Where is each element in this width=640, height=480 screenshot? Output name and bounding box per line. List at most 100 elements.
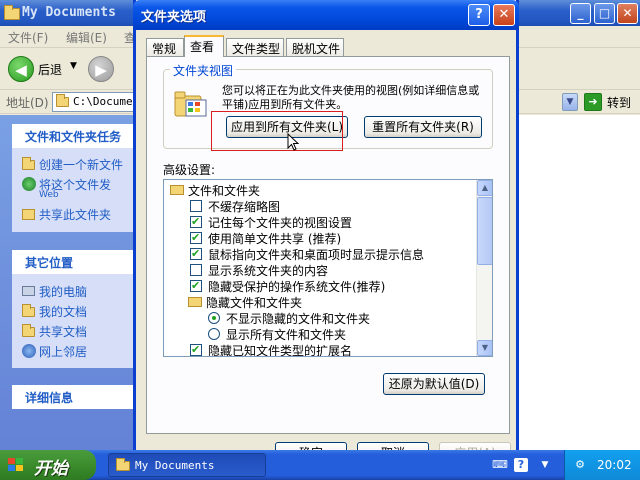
advanced-setting-label: 隐藏已知文件类型的扩展名 <box>208 344 353 357</box>
help-icon[interactable]: ? <box>514 458 528 472</box>
folder-icon <box>116 458 130 471</box>
tray-expand-icon[interactable]: ▼ <box>538 458 552 472</box>
folder-icon <box>170 185 184 195</box>
folder-icon <box>4 5 20 20</box>
checkbox[interactable] <box>190 231 202 244</box>
shared-folder-icon <box>22 324 35 337</box>
advanced-setting-label: 显示系统文件夹的内容 <box>208 264 329 278</box>
advanced-setting-label: 记住每个文件夹的视图设置 <box>208 216 353 230</box>
advanced-setting-row[interactable]: 显示所有文件和文件夹 <box>164 326 476 342</box>
tasks-heading[interactable]: 文件和文件夹任务 <box>12 124 138 148</box>
go-arrow-icon: ➜ <box>584 93 602 111</box>
tab-general[interactable]: 常规 <box>146 38 184 56</box>
computer-icon <box>22 286 35 296</box>
advanced-setting-label: 显示所有文件和文件夹 <box>226 328 347 342</box>
advanced-setting-row[interactable]: 不缓存缩略图 <box>164 198 476 214</box>
close-button[interactable]: ✕ <box>617 3 638 24</box>
explorer-title: My Documents <box>22 5 116 20</box>
go-label: 转到 <box>607 96 632 110</box>
advanced-setting-label: 隐藏受保护的操作系统文件(推荐) <box>208 280 386 294</box>
vertical-scrollbar[interactable]: ▲ ▼ <box>476 180 492 356</box>
advanced-setting-row: 隐藏文件和文件夹 <box>164 294 476 310</box>
back-label[interactable]: 后退 <box>38 61 62 78</box>
folder-view-description: 您可以将正在为此文件夹使用的视图(例如详细信息或平铺)应用到所有文件夹。 <box>222 84 480 111</box>
radio-button[interactable] <box>208 312 220 324</box>
go-button[interactable]: ➜ 转到 <box>584 92 636 112</box>
advanced-setting-label: 使用简单文件共享 (推荐) <box>208 232 342 246</box>
network-tray-icon[interactable]: ⚙ <box>573 458 587 472</box>
radio-button[interactable] <box>208 328 220 340</box>
task-pane: 文件和文件夹任务 创建一个新文件 将这个文件发 Web 共享此文件夹 其它位置 … <box>0 115 138 450</box>
folder-icon <box>56 94 69 107</box>
advanced-setting-label: 文件和文件夹 <box>188 184 261 198</box>
advanced-setting-label: 鼠标指向文件夹和桌面项时显示提示信息 <box>208 248 425 262</box>
checkbox[interactable] <box>190 264 202 276</box>
publish-web-icon <box>22 177 36 191</box>
tab-view[interactable]: 查看 <box>184 35 224 57</box>
mouse-cursor-icon <box>287 133 299 151</box>
address-value: C:\Documen <box>73 95 136 108</box>
forward-button[interactable]: ▶ <box>88 56 114 82</box>
system-tray: ⚙ 20:02 <box>564 450 640 480</box>
share-folder-icon <box>22 209 35 220</box>
advanced-settings-label: 高级设置: <box>163 163 216 177</box>
advanced-setting-row[interactable]: 不显示隐藏的文件和文件夹 <box>164 310 476 326</box>
checkbox[interactable] <box>190 343 202 356</box>
advanced-setting-label: 不显示隐藏的文件和文件夹 <box>226 312 371 326</box>
network-icon <box>22 344 36 358</box>
scroll-up-button[interactable]: ▲ <box>477 180 492 196</box>
advanced-setting-row[interactable]: 使用简单文件共享 (推荐) <box>164 230 476 246</box>
checkbox[interactable] <box>190 279 202 292</box>
checkbox[interactable] <box>190 200 202 212</box>
menu-file[interactable]: 文件(F) <box>8 29 48 46</box>
advanced-setting-row[interactable]: 记住每个文件夹的视图设置 <box>164 214 476 230</box>
advanced-setting-row[interactable]: 鼠标指向文件夹和桌面项时显示提示信息 <box>164 246 476 262</box>
taskbar-window-label: My Documents <box>135 459 215 472</box>
dialog-title: 文件夹选项 <box>141 10 207 25</box>
advanced-settings-list[interactable]: 文件和文件夹不缓存缩略图记住每个文件夹的视图设置使用简单文件共享 (推荐) 鼠标指… <box>163 179 493 357</box>
taskbar-window-my-documents[interactable]: My Documents <box>108 453 266 477</box>
checkbox[interactable] <box>190 247 202 260</box>
advanced-setting-row: 文件和文件夹 <box>164 182 476 198</box>
clock[interactable]: 20:02 <box>597 458 632 472</box>
folder-view-icon <box>174 91 207 117</box>
other-places: 其它位置 我的电脑 我的文档 共享文档 网上邻居 <box>12 250 138 368</box>
tab-file-types[interactable]: 文件类型 <box>226 38 284 56</box>
help-button[interactable]: ? <box>468 4 490 26</box>
start-label: 开始 <box>34 459 68 479</box>
checkbox[interactable] <box>190 215 202 228</box>
keyboard-icon[interactable]: ⌨ <box>492 458 508 472</box>
restore-defaults-button[interactable]: 还原为默认值(D) <box>383 373 485 395</box>
documents-folder-icon <box>22 304 35 317</box>
scroll-thumb[interactable] <box>477 197 492 265</box>
file-folder-tasks: 文件和文件夹任务 创建一个新文件 将这个文件发 Web 共享此文件夹 <box>12 124 138 232</box>
windows-flag-icon <box>8 458 23 471</box>
start-button[interactable]: 开始 <box>0 450 96 480</box>
taskbar: 开始 My Documents ⌨ ? ▼ ⚙ 20:02 <box>0 450 640 480</box>
other-places-heading[interactable]: 其它位置 <box>12 250 138 274</box>
back-arrow-icon: ◀ <box>15 61 27 79</box>
details-heading[interactable]: 详细信息 <box>12 385 138 409</box>
back-button[interactable]: ◀ <box>8 56 34 82</box>
view-tab-panel: 文件夹视图 您可以将正在为此文件夹使用的视图(例如详细信息或平铺)应用到所有文件… <box>146 56 510 434</box>
tab-offline-files[interactable]: 脱机文件 <box>286 38 344 56</box>
back-dropdown-icon[interactable]: ▼ <box>70 61 77 71</box>
folder-options-dialog: 文件夹选项 ? ✕ 常规 查看 文件类型 脱机文件 文件夹视图 您可以将正在为此… <box>133 0 519 452</box>
dialog-close-button[interactable]: ✕ <box>493 4 515 26</box>
maximize-button[interactable]: □ <box>594 3 615 24</box>
address-dropdown-button[interactable]: ▼ <box>562 93 578 111</box>
scroll-down-button[interactable]: ▼ <box>477 340 492 356</box>
reset-all-folders-button[interactable]: 重置所有文件夹(R) <box>364 116 482 138</box>
advanced-setting-row[interactable]: 隐藏已知文件类型的扩展名 <box>164 342 476 357</box>
details-panel: 详细信息 <box>12 385 138 409</box>
dialog-titlebar[interactable]: 文件夹选项 ? ✕ <box>133 0 519 30</box>
new-folder-icon <box>22 157 35 170</box>
advanced-setting-row[interactable]: 显示系统文件夹的内容 <box>164 262 476 278</box>
minimize-button[interactable]: _ <box>570 3 591 24</box>
advanced-setting-label: 不缓存缩略图 <box>208 200 281 214</box>
highlight-ring <box>211 111 343 151</box>
menu-edit[interactable]: 编辑(E) <box>66 29 107 46</box>
address-input[interactable]: C:\Documen <box>52 92 136 112</box>
advanced-setting-row[interactable]: 隐藏受保护的操作系统文件(推荐) <box>164 278 476 294</box>
advanced-setting-label: 隐藏文件和文件夹 <box>206 296 303 310</box>
